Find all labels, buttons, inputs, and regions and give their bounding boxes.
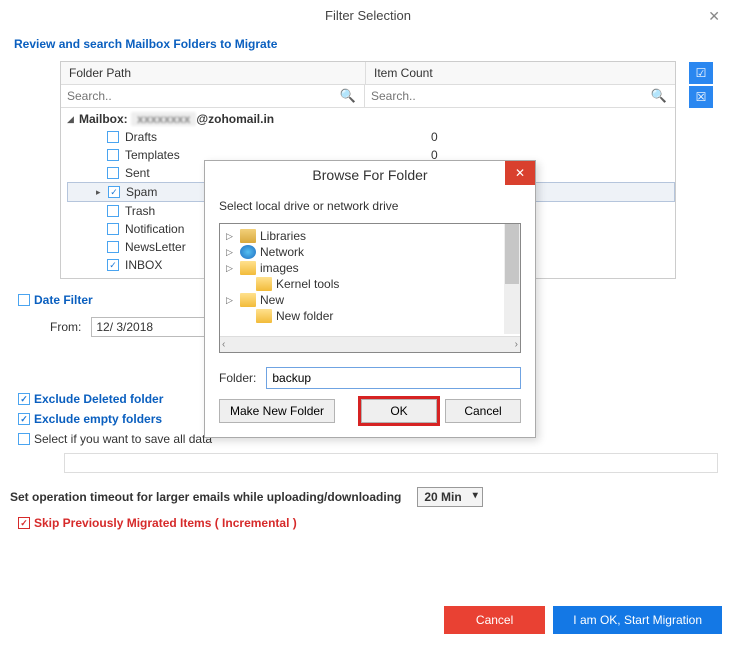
checkbox-icon[interactable] bbox=[107, 167, 119, 179]
dialog-folder-tree[interactable]: ▷ Libraries ▷ Network ▷ images Kernel to… bbox=[219, 223, 521, 353]
exclude-deleted-label: Exclude Deleted folder bbox=[34, 392, 163, 406]
checkbox-icon[interactable] bbox=[107, 223, 119, 235]
start-migration-button[interactable]: I am OK, Start Migration bbox=[553, 606, 722, 634]
mailbox-root[interactable]: ◢ Mailbox: xxxxxxxx@zohomail.in bbox=[67, 110, 675, 128]
cancel-button[interactable]: Cancel bbox=[444, 606, 545, 634]
horizontal-scrollbar[interactable]: ‹› bbox=[220, 336, 520, 352]
from-label: From: bbox=[50, 320, 81, 334]
date-filter-checkbox[interactable] bbox=[18, 294, 30, 306]
checkbox-icon[interactable] bbox=[107, 205, 119, 217]
search-folder-path-input[interactable] bbox=[61, 85, 332, 107]
select-all-button[interactable]: ☑ bbox=[689, 62, 713, 84]
search-item-count-input[interactable] bbox=[365, 85, 643, 107]
date-filter-label: Date Filter bbox=[34, 293, 93, 307]
dialog-instruction: Select local drive or network drive bbox=[219, 199, 521, 213]
review-label: Review and search Mailbox Folders to Mig… bbox=[0, 31, 736, 57]
column-header-count[interactable]: Item Count bbox=[365, 62, 675, 84]
make-new-folder-button[interactable]: Make New Folder bbox=[219, 399, 335, 423]
timeout-dropdown[interactable]: 20 Min bbox=[417, 487, 482, 507]
skip-migrated-label: Skip Previously Migrated Items ( Increme… bbox=[34, 516, 297, 530]
dialog-cancel-button[interactable]: Cancel bbox=[445, 399, 521, 423]
dialog-title: Browse For Folder bbox=[312, 167, 427, 183]
folder-row-drafts[interactable]: Drafts 0 bbox=[67, 128, 675, 146]
network-icon bbox=[240, 245, 256, 259]
tree-node-images[interactable]: ▷ images bbox=[222, 260, 518, 276]
tree-node-new-folder[interactable]: New folder bbox=[222, 308, 518, 324]
search-icon[interactable]: 🔍 bbox=[643, 88, 675, 104]
save-all-label: Select if you want to save all data bbox=[34, 432, 212, 446]
folder-icon bbox=[240, 261, 256, 275]
tree-node-libraries[interactable]: ▷ Libraries bbox=[222, 228, 518, 244]
ok-button[interactable]: OK bbox=[361, 399, 437, 423]
timeout-label: Set operation timeout for larger emails … bbox=[10, 490, 401, 504]
save-path-input[interactable] bbox=[64, 453, 718, 473]
column-header-path[interactable]: Folder Path bbox=[61, 62, 365, 84]
checkbox-icon[interactable] bbox=[107, 131, 119, 143]
skip-migrated-checkbox[interactable] bbox=[18, 517, 30, 529]
tree-node-new[interactable]: ▷ New bbox=[222, 292, 518, 308]
browse-folder-dialog: Browse For Folder ✕ Select local drive o… bbox=[204, 160, 536, 438]
save-all-checkbox[interactable] bbox=[18, 433, 30, 445]
close-icon[interactable]: ✕ bbox=[708, 8, 720, 25]
checkbox-icon[interactable] bbox=[107, 259, 119, 271]
checkbox-icon[interactable] bbox=[107, 149, 119, 161]
checkbox-icon[interactable] bbox=[108, 186, 120, 198]
tree-node-kernel-tools[interactable]: Kernel tools bbox=[222, 276, 518, 292]
exclude-deleted-checkbox[interactable] bbox=[18, 393, 30, 405]
search-icon[interactable]: 🔍 bbox=[332, 88, 364, 104]
folder-icon bbox=[256, 309, 272, 323]
vertical-scrollbar[interactable] bbox=[504, 224, 520, 334]
from-date-input[interactable]: 12/ 3/2018 bbox=[91, 317, 211, 337]
tree-node-network[interactable]: ▷ Network bbox=[222, 244, 518, 260]
libraries-icon bbox=[240, 229, 256, 243]
folder-icon bbox=[240, 293, 256, 307]
folder-icon bbox=[256, 277, 272, 291]
folder-name-input[interactable] bbox=[266, 367, 521, 389]
folder-field-label: Folder: bbox=[219, 371, 256, 385]
exclude-empty-label: Exclude empty folders bbox=[34, 412, 162, 426]
window-title: Filter Selection bbox=[0, 0, 736, 31]
checkbox-icon[interactable] bbox=[107, 241, 119, 253]
dialog-close-button[interactable]: ✕ bbox=[505, 161, 535, 185]
deselect-all-button[interactable]: ☒ bbox=[689, 86, 713, 108]
exclude-empty-checkbox[interactable] bbox=[18, 413, 30, 425]
